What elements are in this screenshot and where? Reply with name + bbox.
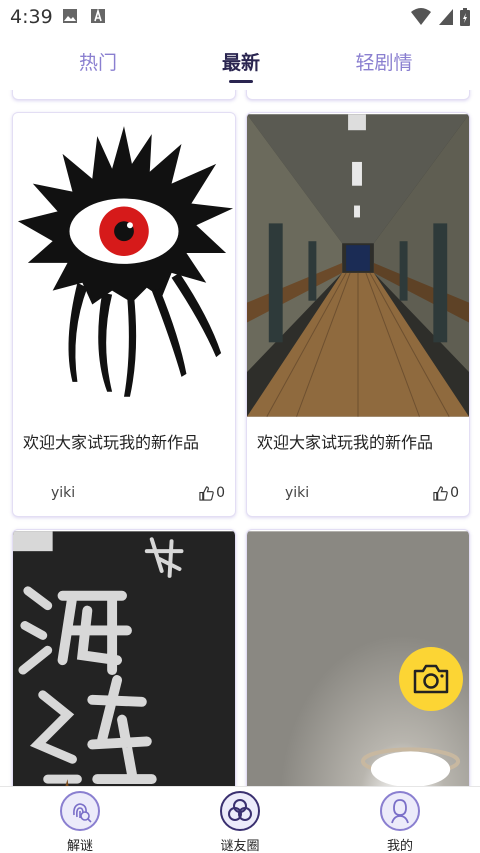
tab-light-story[interactable]: 轻剧情 — [324, 48, 444, 75]
signal-icon — [439, 9, 453, 25]
post-author: yiki — [285, 485, 310, 501]
post-card[interactable] — [12, 529, 236, 786]
tab-hot[interactable]: 热门 — [38, 48, 158, 75]
post-author: yiki — [51, 485, 76, 501]
fingerprint-icon — [60, 791, 100, 831]
avatar — [259, 486, 277, 504]
status-bar: 4:39 — [0, 0, 480, 34]
bottom-nav: 解谜 谜友圈 我的 — [0, 786, 480, 853]
top-tabs: 热门 最新 轻剧情 — [0, 34, 480, 90]
image-notification-icon — [63, 9, 77, 23]
app-notification-icon — [91, 8, 105, 23]
battery-icon — [460, 8, 470, 26]
profile-icon — [380, 791, 420, 831]
post-title: 欢迎大家试玩我的新作品 — [257, 433, 434, 452]
avatar — [25, 486, 43, 504]
nav-item-puzzle[interactable]: 解谜 — [20, 787, 140, 853]
nav-label: 我的 — [386, 839, 413, 853]
tab-indicator — [229, 80, 253, 83]
like-button[interactable]: 0 — [199, 485, 225, 501]
like-button[interactable]: 0 — [433, 485, 459, 501]
status-time: 4:39 — [10, 6, 53, 28]
circles-icon — [220, 791, 260, 831]
nav-label: 谜友圈 — [220, 839, 260, 853]
wifi-icon — [411, 8, 431, 25]
camera-button[interactable] — [399, 647, 463, 711]
post-cover-image — [247, 114, 469, 417]
post-card[interactable]: 欢迎大家试玩我的新作品 yiki 0 — [12, 112, 236, 517]
post-card[interactable] — [246, 90, 470, 100]
tab-latest[interactable]: 最新 — [181, 48, 301, 75]
post-card[interactable]: 欢迎大家试玩我的新作品 yiki 0 — [246, 112, 470, 517]
like-count: 0 — [216, 485, 225, 501]
like-count: 0 — [450, 485, 459, 501]
thumbs-up-icon — [199, 485, 214, 501]
post-title: 欢迎大家试玩我的新作品 — [23, 433, 200, 452]
nav-label: 解谜 — [66, 839, 93, 853]
nav-item-mine[interactable]: 我的 — [340, 787, 460, 853]
post-cover-image — [13, 114, 235, 397]
camera-icon — [413, 664, 449, 694]
post-cover-image — [13, 531, 235, 786]
nav-item-community[interactable]: 谜友圈 — [180, 787, 300, 853]
post-card[interactable] — [12, 90, 236, 100]
thumbs-up-icon — [433, 485, 448, 501]
post-feed[interactable]: 欢迎大家试玩我的新作品 yiki 0 欢迎大家试玩我的新作品 yiki 0 — [0, 90, 480, 786]
